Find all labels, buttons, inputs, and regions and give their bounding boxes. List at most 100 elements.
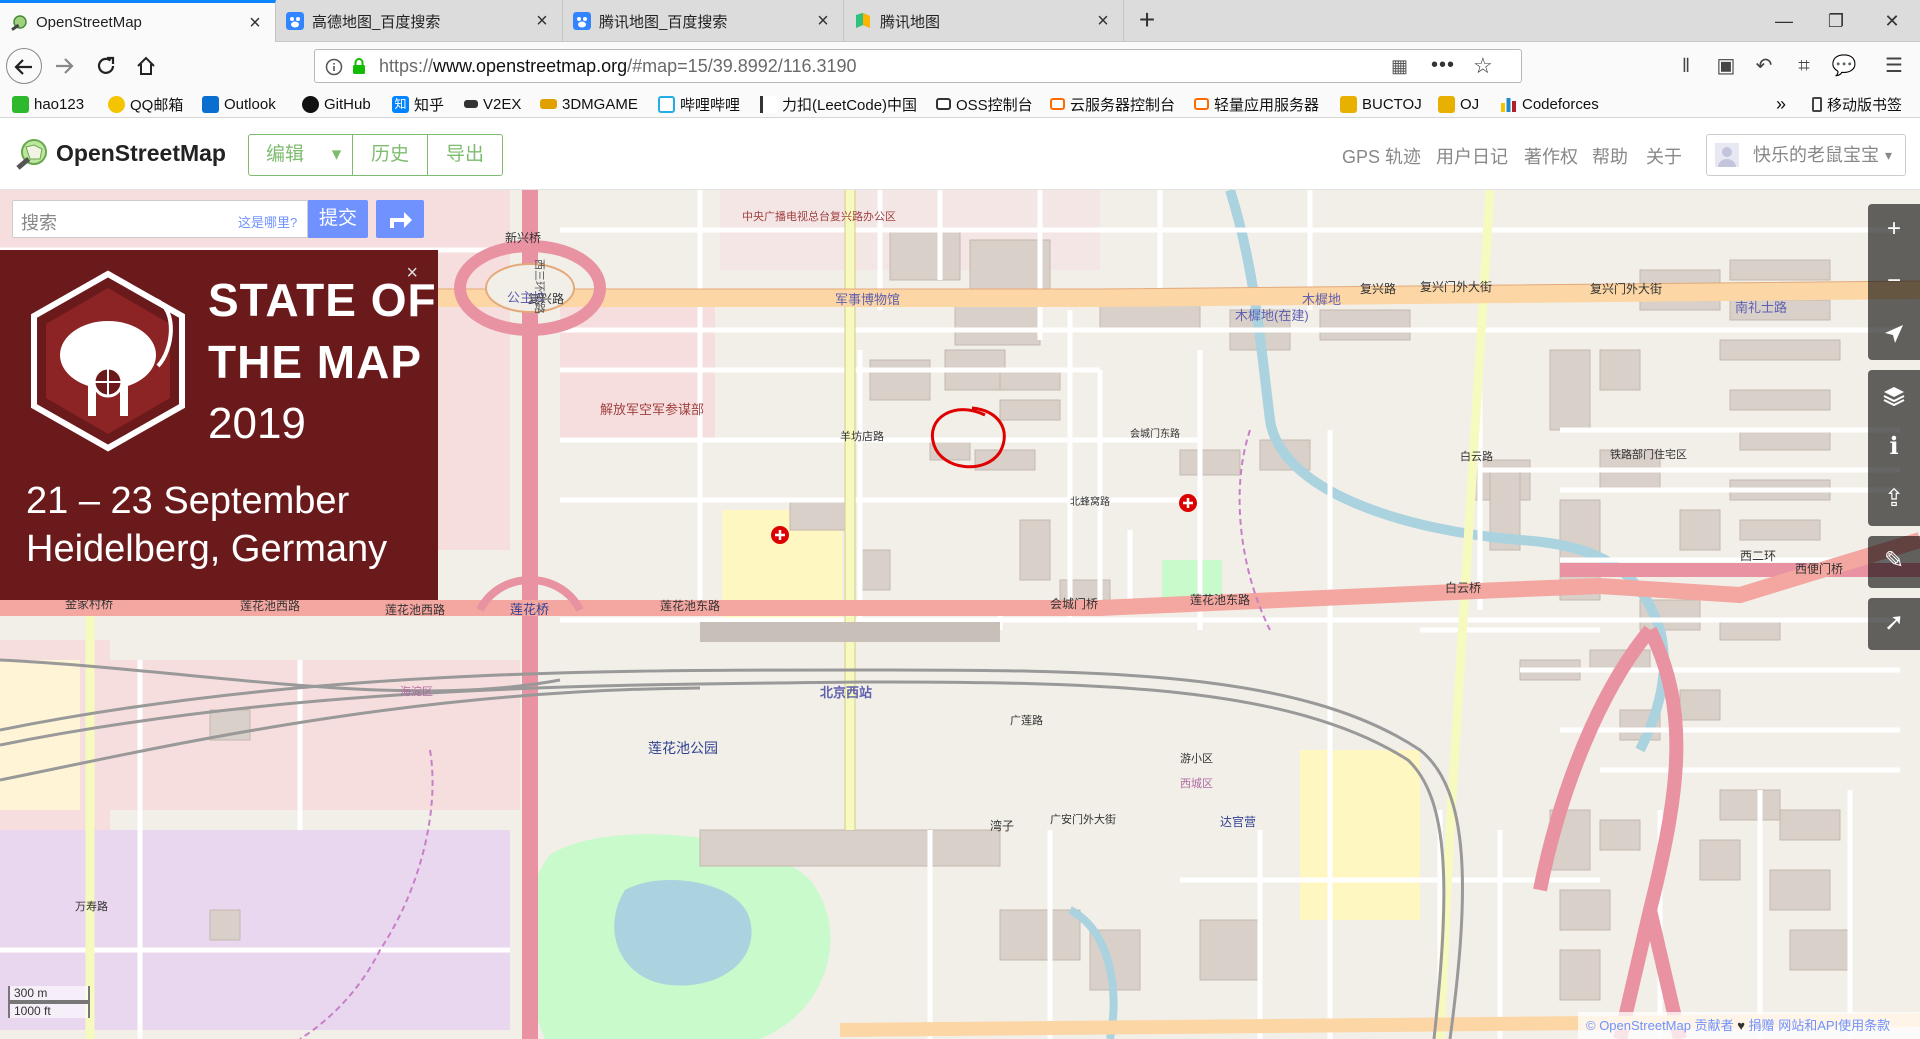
heart-icon: ♥: [1737, 1018, 1745, 1033]
new-tab-plus-icon[interactable]: +: [1130, 4, 1164, 38]
baidu-paw-icon: [573, 12, 591, 30]
zoom-in-button[interactable]: +: [1868, 204, 1920, 256]
mobile-bookmarks[interactable]: 移动版书签: [1812, 90, 1902, 118]
bookmark-v2ex[interactable]: V2EX: [464, 90, 521, 118]
add-note-button[interactable]: ✎: [1868, 536, 1920, 588]
bookmark-qq-mail[interactable]: QQ邮箱: [108, 90, 183, 118]
nav-help[interactable]: 帮助: [1592, 143, 1628, 169]
edit-dropdown-chevron-icon[interactable]: ▾: [321, 134, 353, 176]
minimize-icon[interactable]: —: [1764, 8, 1804, 34]
close-icon[interactable]: ×: [813, 11, 833, 31]
sotm-logo-icon: [31, 270, 185, 452]
bookmark-oj[interactable]: OJ: [1438, 90, 1479, 118]
bookmark-3dmgame[interactable]: 3DMGAME: [540, 90, 638, 118]
tab-title: 腾讯地图: [880, 13, 941, 31]
bookmark-oss-console[interactable]: OSS控制台: [936, 90, 1033, 118]
where-is-this-link[interactable]: 这是哪里?: [238, 212, 297, 231]
info-icon[interactable]: [325, 58, 343, 76]
nav-about[interactable]: 关于: [1646, 143, 1682, 169]
github-icon: [302, 95, 319, 113]
restore-icon[interactable]: ❐: [1816, 8, 1856, 34]
close-icon[interactable]: ×: [406, 262, 418, 285]
banner-title-line2: THE MAP: [208, 336, 422, 388]
close-icon[interactable]: ×: [1093, 11, 1113, 31]
copyright-link[interactable]: © OpenStreetMap 贡献者: [1586, 1018, 1734, 1033]
back-arrow-icon[interactable]: [6, 48, 42, 84]
forward-arrow-icon[interactable]: [46, 48, 82, 84]
nav-user-diaries[interactable]: 用户日记: [1436, 143, 1508, 169]
qr-code-icon[interactable]: ▦: [1391, 56, 1408, 77]
map-label: 莲花池公园: [648, 740, 718, 756]
beijing-west-station-platform: [700, 622, 1000, 642]
leetcode-icon: [760, 95, 777, 113]
bookmark-leetcode[interactable]: 力扣(LeetCode)中国: [760, 90, 917, 118]
close-icon[interactable]: ×: [532, 11, 552, 31]
tab-title: OpenStreetMap: [36, 14, 142, 31]
bookmark-zhihu[interactable]: 知知乎: [392, 90, 444, 118]
bookmark-codeforces[interactable]: Codeforces: [1500, 90, 1599, 118]
url-text: https://www.openstreetmap.org/#map=15/39…: [379, 56, 857, 76]
map-label: 莲花池东路: [660, 598, 720, 613]
bookmark-ecs-console[interactable]: 云服务器控制台: [1050, 90, 1175, 118]
osm-logo-icon[interactable]: [14, 137, 50, 173]
attribution: © OpenStreetMap 贡献者 ♥ 捐赠 网站和API使用条款: [1578, 1012, 1920, 1039]
terms-link[interactable]: 网站和API使用条款: [1778, 1018, 1890, 1033]
layers-button[interactable]: [1868, 370, 1920, 422]
menu-hamburger-icon[interactable]: ☰: [1876, 48, 1912, 84]
more-bookmarks-chevron-icon[interactable]: »: [1776, 90, 1786, 118]
map-label: 莲花池西路: [385, 602, 445, 617]
search-submit-button[interactable]: 提交: [308, 200, 368, 238]
user-menu[interactable]: 快乐的老鼠宝宝 ▾: [1706, 134, 1906, 176]
state-of-the-map-banner[interactable]: STATE OF THE MAP 2019 21 – 23 September …: [0, 250, 438, 600]
screenshot-icon[interactable]: ⌗: [1786, 48, 1822, 84]
library-icon[interactable]: 𝍪: [1668, 48, 1704, 84]
bookmark-hao123[interactable]: hao123: [12, 90, 84, 118]
nav-copyright[interactable]: 著作权: [1524, 143, 1578, 169]
map-canvas[interactable]: 复兴路 复兴路 复兴门外大街 复兴门外大街 莲花池东路 莲花池东路 莲花池西路 …: [0, 190, 1920, 1039]
search-input[interactable]: 搜索 这是哪里?: [12, 200, 308, 238]
tab-tencent-map[interactable]: 腾讯地图 ×: [844, 0, 1124, 42]
directions-button[interactable]: [376, 200, 424, 238]
export-button[interactable]: 导出: [427, 134, 503, 176]
aliyun-icon: [1050, 98, 1065, 110]
hospital-marker-icon[interactable]: [1179, 494, 1197, 512]
locate-me-button[interactable]: [1868, 308, 1920, 360]
tab-openstreetmap[interactable]: OpenStreetMap ×: [0, 0, 276, 42]
map-label: 广安门外大街: [1050, 812, 1116, 826]
bookmark-lightweight-server[interactable]: 轻量应用服务器: [1194, 90, 1319, 118]
donate-link[interactable]: 捐赠: [1749, 1018, 1775, 1033]
home-icon[interactable]: [128, 48, 164, 84]
undo-close-tab-icon[interactable]: ↶: [1746, 48, 1782, 84]
bookmark-outlook[interactable]: Outlook: [202, 90, 276, 118]
map-label: 解放军空军参谋部: [600, 402, 704, 417]
chat-icon[interactable]: 💬: [1826, 48, 1862, 84]
query-features-button[interactable]: ➚: [1868, 598, 1920, 650]
share-button[interactable]: ⇪: [1868, 474, 1920, 526]
history-button[interactable]: 历史: [352, 134, 428, 176]
address-bar[interactable]: https://www.openstreetmap.org/#map=15/39…: [314, 49, 1522, 83]
map-label: 复兴门外大街: [1590, 281, 1662, 296]
map-label: 白云桥: [1445, 580, 1481, 595]
map-label: 木樨地: [1302, 292, 1341, 307]
chevron-down-icon: ▾: [1885, 147, 1893, 163]
secure-lock-icon[interactable]: [351, 57, 367, 75]
tab-gaode-search[interactable]: 高德地图_百度搜索 ×: [276, 0, 563, 42]
bookmark-buctoj[interactable]: BUCTOJ: [1340, 90, 1422, 118]
hospital-marker-icon[interactable]: [771, 526, 789, 544]
site-name[interactable]: OpenStreetMap: [56, 140, 226, 167]
window-close-icon[interactable]: ✕: [1872, 8, 1912, 34]
map-key-button[interactable]: ℹ: [1868, 422, 1920, 474]
map-label: 莲花池西路: [240, 598, 300, 613]
nav-gps-traces[interactable]: GPS 轨迹: [1342, 143, 1421, 169]
page-actions-icon[interactable]: •••: [1431, 54, 1455, 77]
close-icon[interactable]: ×: [245, 13, 265, 33]
tab-tencent-search[interactable]: 腾讯地图_百度搜索 ×: [563, 0, 844, 42]
sidebar-icon[interactable]: ▣: [1708, 48, 1744, 84]
bookmark-bilibili[interactable]: 哔哩哔哩: [658, 90, 740, 118]
reload-icon[interactable]: [88, 48, 124, 84]
bookmark-github[interactable]: GitHub: [302, 90, 371, 118]
edit-button[interactable]: 编辑: [248, 134, 322, 176]
bookmark-star-icon[interactable]: ☆: [1473, 53, 1493, 79]
lianhuachi-lake: [614, 880, 752, 986]
zoom-out-button[interactable]: −: [1868, 256, 1920, 308]
